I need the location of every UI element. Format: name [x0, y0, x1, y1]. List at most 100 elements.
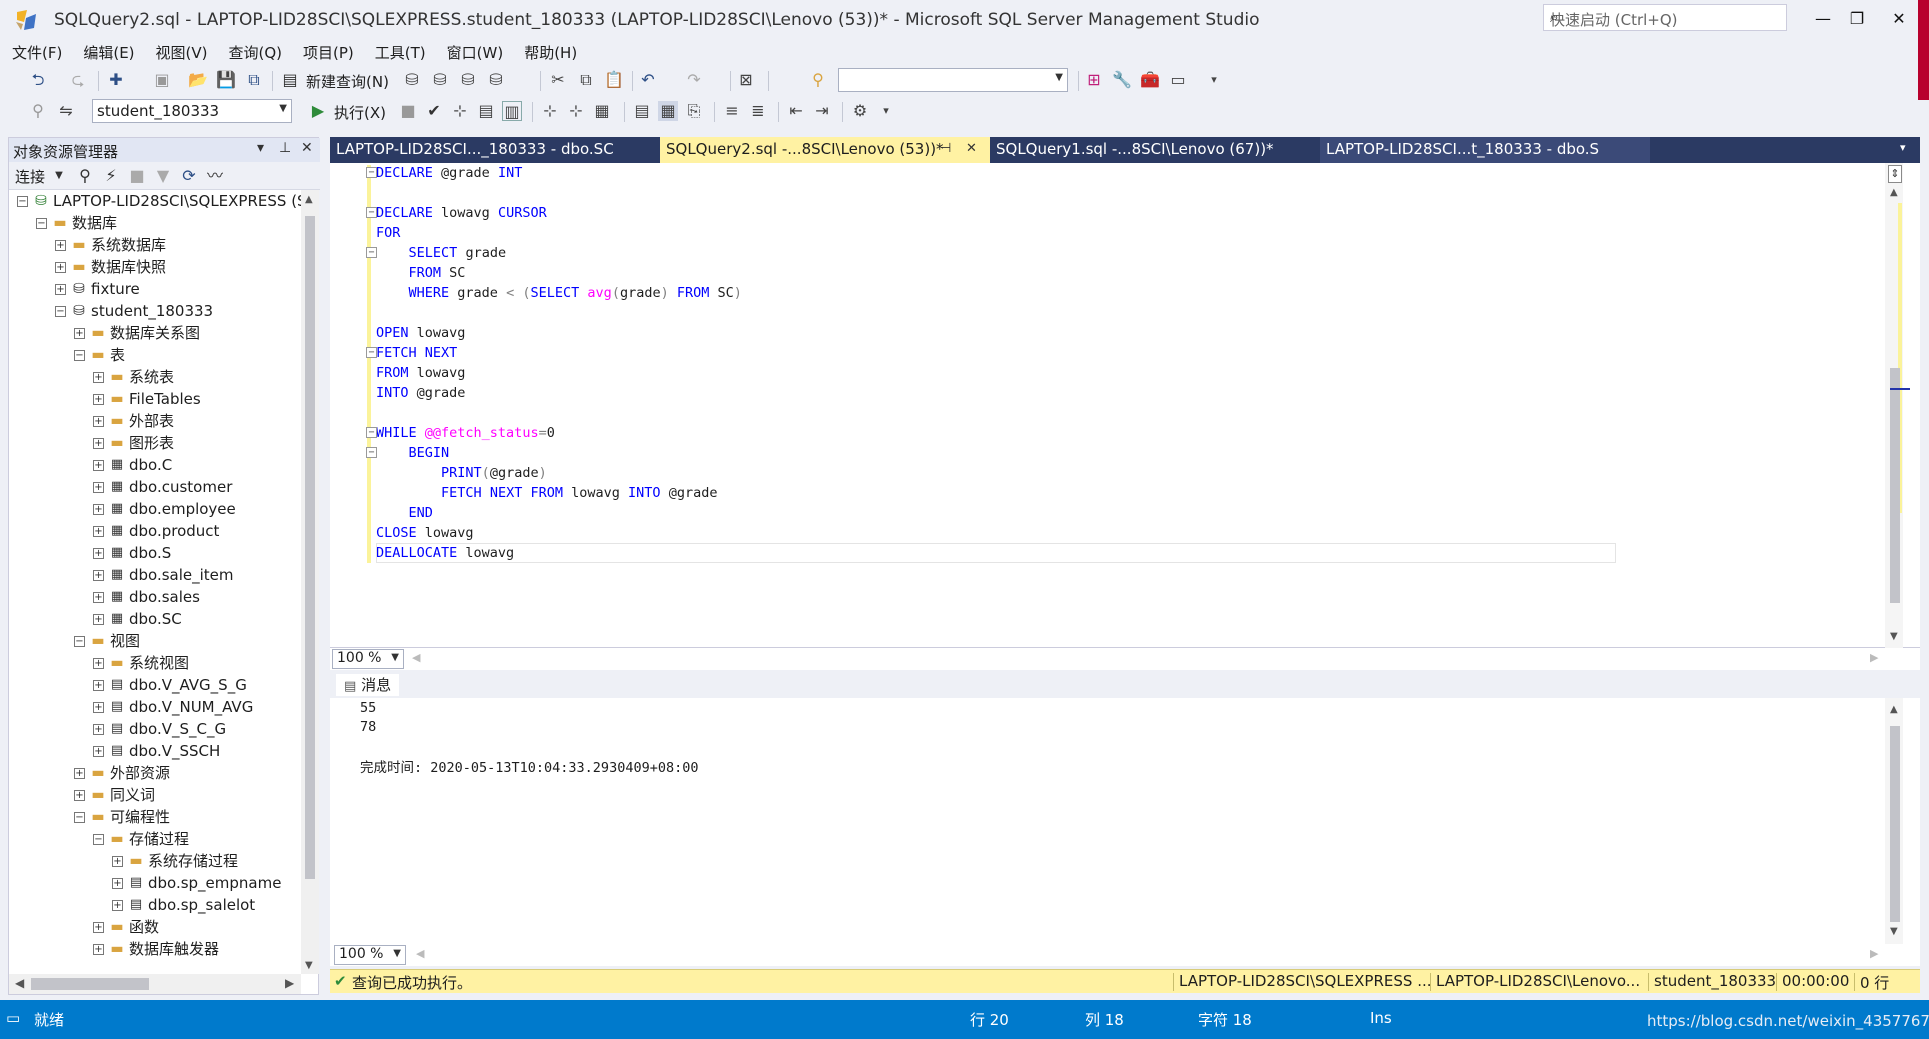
dax-query-icon[interactable]: ⛁ — [486, 70, 506, 90]
activity-monitor-icon[interactable]: 〰 — [205, 166, 225, 186]
tree-node[interactable]: + ▦ dbo.sales — [9, 586, 301, 608]
collapse-icon[interactable]: − — [74, 350, 85, 361]
split-icon[interactable]: ⇕ — [1888, 165, 1902, 183]
menu-window[interactable]: 窗口(W) — [435, 40, 513, 63]
expand-icon[interactable]: + — [55, 284, 66, 295]
minimize-button[interactable]: — — [1808, 6, 1838, 32]
expand-icon[interactable]: + — [55, 262, 66, 273]
connect-plug-icon[interactable]: ⚲ — [75, 166, 95, 186]
collapse-icon[interactable]: − — [36, 218, 47, 229]
output-window-icon[interactable]: ▭ — [1168, 70, 1188, 90]
tree-node[interactable]: + ⛁ fixture — [9, 278, 301, 300]
fold-toggle-icon[interactable]: − — [366, 247, 377, 258]
tab-messages[interactable]: ▤ 消息 — [336, 674, 400, 696]
panel-dropdown-icon[interactable]: ▾ — [257, 140, 264, 156]
tree-node[interactable]: − ▬ 可编程性 — [9, 806, 301, 828]
editor-vertical-scroll-thumb[interactable] — [1890, 368, 1900, 603]
execute-button[interactable]: 执行(X) — [334, 102, 386, 123]
tree-node[interactable]: + ▬ 系统数据库 — [9, 234, 301, 256]
menu-view[interactable]: 视图(V) — [144, 40, 217, 63]
dmx-query-icon[interactable]: ⛁ — [430, 70, 450, 90]
expand-icon[interactable]: + — [93, 944, 104, 955]
redo-icon[interactable]: ↷ — [684, 70, 704, 90]
client-stats-icon[interactable]: ▦ — [592, 101, 612, 121]
expand-icon[interactable]: + — [74, 328, 85, 339]
toolbar-options-icon[interactable]: ▾ — [876, 101, 896, 121]
tree-node[interactable]: + ▤ dbo.sp_salelot — [9, 894, 301, 916]
tree-node[interactable]: + ▬ FileTables — [9, 388, 301, 410]
menu-project[interactable]: 项目(P) — [291, 40, 363, 63]
properties-icon[interactable]: 🔧 — [1112, 70, 1132, 90]
include-plan-icon[interactable]: ⊹ — [540, 101, 560, 121]
tree-node[interactable]: + ▤ dbo.V_S_C_G — [9, 718, 301, 740]
menu-tools[interactable]: 工具(T) — [363, 40, 435, 63]
change-connection-icon[interactable]: ⇋ — [56, 101, 76, 121]
scroll-left-icon[interactable]: ◀ — [15, 976, 24, 990]
tree-node[interactable]: + ▦ dbo.C — [9, 454, 301, 476]
tree-horizontal-scroll-thumb[interactable] — [31, 978, 149, 990]
new-project-icon[interactable]: ✚ — [106, 70, 126, 90]
stop-icon[interactable]: ■ — [127, 166, 147, 186]
find-combo[interactable]: ▼ — [838, 68, 1068, 92]
expand-icon[interactable]: + — [93, 372, 104, 383]
expand-icon[interactable]: + — [93, 614, 104, 625]
expand-icon[interactable]: + — [93, 548, 104, 559]
specify-values-icon[interactable]: ⚙ — [850, 101, 870, 121]
tab-sqlquery2[interactable]: SQLQuery2.sql -...8SCI\Lenovo (53))* ⊣ ✕ — [660, 137, 990, 163]
fold-toggle-icon[interactable]: − — [366, 447, 377, 458]
code-area[interactable]: − DECLARE @grade INT − DECLARE lowavg CURSO… — [366, 163, 1871, 648]
chevron-down-icon[interactable]: ▼ — [49, 166, 69, 186]
collapse-icon[interactable]: − — [55, 306, 66, 317]
add-item-icon[interactable]: ▣ — [152, 70, 172, 90]
results-to-grid-toggle-icon[interactable]: ▦ — [658, 101, 678, 121]
collapse-icon[interactable]: − — [17, 196, 28, 207]
connect-button[interactable]: 连接 — [15, 166, 45, 187]
database-select[interactable]: student_180333 ▼ — [92, 99, 292, 123]
menu-query[interactable]: 查询(Q) — [217, 40, 292, 63]
forward-icon[interactable]: ⮎ — [68, 70, 88, 90]
scroll-up-icon[interactable]: ▲ — [1890, 704, 1898, 715]
expand-icon[interactable]: + — [93, 922, 104, 933]
tree-node[interactable]: + ▦ dbo.S — [9, 542, 301, 564]
restore-button[interactable]: ❐ — [1842, 6, 1872, 32]
expand-icon[interactable]: + — [93, 724, 104, 735]
scroll-left-icon[interactable]: ◀ — [412, 651, 420, 664]
fold-toggle-icon[interactable]: − — [366, 347, 377, 358]
scroll-right-icon[interactable]: ▶ — [285, 976, 294, 990]
expand-icon[interactable]: + — [93, 438, 104, 449]
collapse-icon[interactable]: − — [93, 834, 104, 845]
quick-launch-input[interactable]: 快速启动 (Ctrl+Q) ⌕ — [1543, 4, 1787, 31]
new-query-icon[interactable]: ▤ — [280, 70, 300, 90]
estimated-plan-icon[interactable]: ⊹ — [450, 101, 470, 121]
tree-node[interactable]: + ▤ dbo.V_AVG_S_G — [9, 674, 301, 696]
expand-icon[interactable]: + — [93, 460, 104, 471]
expand-icon[interactable]: + — [93, 482, 104, 493]
decrease-indent-icon[interactable]: ⇤ — [786, 101, 806, 121]
save-all-icon[interactable]: ⧉ — [244, 70, 264, 90]
pin-icon[interactable]: ⊥ — [279, 140, 291, 156]
expand-icon[interactable]: + — [93, 680, 104, 691]
tree-node[interactable]: + ▦ dbo.product — [9, 520, 301, 542]
toolbar-options-icon[interactable]: ▾ — [1204, 70, 1224, 90]
comment-icon[interactable]: ≡ — [722, 101, 742, 121]
tree-node[interactable]: + ▦ dbo.employee — [9, 498, 301, 520]
increase-indent-icon[interactable]: ⇥ — [812, 101, 832, 121]
paste-icon[interactable]: 📋 — [604, 70, 624, 90]
tree-node[interactable]: + ▬ 外部表 — [9, 410, 301, 432]
scroll-up-icon[interactable]: ▲ — [305, 194, 313, 205]
expand-icon[interactable]: + — [93, 658, 104, 669]
tab-sqlquery1[interactable]: SQLQuery1.sql -...8SCI\Lenovo (67))* — [990, 137, 1320, 163]
scroll-left-icon[interactable]: ◀ — [416, 947, 424, 960]
expand-icon[interactable]: + — [74, 790, 85, 801]
expand-icon[interactable]: + — [93, 702, 104, 713]
tree-node[interactable]: + ▬ 外部资源 — [9, 762, 301, 784]
tab-overflow-icon[interactable]: ▾ — [1900, 141, 1906, 154]
collapse-icon[interactable]: − — [74, 812, 85, 823]
tree-node[interactable]: + ▤ dbo.sp_empname — [9, 872, 301, 894]
expand-icon[interactable]: + — [93, 570, 104, 581]
tree-node[interactable]: − ▬ 表 — [9, 344, 301, 366]
new-query-button[interactable]: 新建查询(N) — [306, 71, 389, 92]
disconnect-icon[interactable]: ⚡ — [101, 166, 121, 186]
toolbox-icon[interactable]: 🧰 — [1140, 70, 1160, 90]
open-file-icon[interactable]: 📂 — [188, 70, 208, 90]
